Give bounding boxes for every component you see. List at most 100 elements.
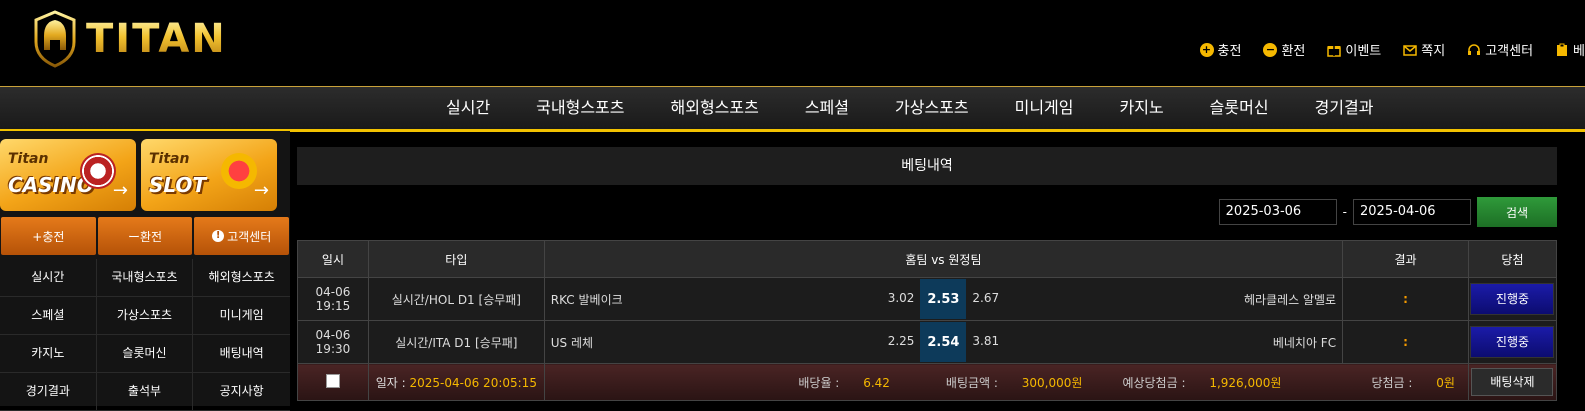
home-team-name: RKC 발베이크 [550, 292, 623, 307]
win-amount-label: 당첨금 : [1371, 375, 1413, 390]
home-team: US 레체 2.25 [545, 334, 921, 351]
sidebar-support-label: 고객센터 [227, 229, 272, 244]
bet-type: 실시간/ITA D1 [승무패] [367, 320, 545, 364]
top-menu-message[interactable]: 쪽지 [1403, 40, 1445, 59]
top-menu-event[interactable]: 이벤트 [1327, 40, 1381, 59]
table-row: 04-06 19:15 실시간/HOL D1 [승무패] RKC 발베이크 3.… [297, 277, 1558, 321]
helmet-logo-icon [34, 10, 76, 68]
date-to-input[interactable]: 2025-04-06 [1353, 199, 1471, 225]
sidebar-item-domestic-sports[interactable]: 국내형스포츠 [96, 259, 194, 297]
top-menu-betting[interactable]: 베 [1555, 40, 1585, 59]
sidebar-item-bet-history[interactable]: 배팅내역 [193, 335, 290, 373]
info-icon: ! [212, 230, 225, 242]
nav-item-virtual-sports[interactable]: 가상스포츠 [872, 87, 992, 129]
status-badge: 진행중 [1470, 283, 1555, 315]
away-team: 2.67 헤라클레스 알멜로 [966, 291, 1342, 308]
away-team-name: 헤라클레스 알멜로 [1243, 292, 1337, 307]
sidebar-item-special[interactable]: 스페셜 [0, 297, 97, 335]
away-team: 3.81 베네치아 FC [966, 334, 1342, 351]
result-cell: : [1342, 320, 1469, 364]
result-cell: : [1342, 277, 1469, 321]
nav-item-domestic-sports[interactable]: 국내형스포츠 [513, 87, 647, 129]
clipboard-icon [1557, 43, 1568, 56]
delete-bet-button[interactable]: 배팅삭제 [1471, 368, 1554, 396]
nav-item-overseas-sports[interactable]: 해외형스포츠 [648, 87, 782, 129]
sidebar-buttons: +충전 ー환전 ! 고객센터 [0, 217, 290, 255]
expected-win-value: 1,926,000원 [1209, 375, 1282, 390]
result-value: : [1403, 292, 1408, 306]
sidebar-withdraw-button[interactable]: ー환전 [97, 217, 193, 255]
top-menu-label: 이벤트 [1345, 44, 1382, 59]
nav-item-casino[interactable]: 카지노 [1097, 87, 1187, 129]
sidebar-item-virtual-sports[interactable]: 가상스포츠 [96, 297, 194, 335]
home-team-name: US 레체 [550, 335, 594, 350]
top-menu-deposit[interactable]: + 충전 [1199, 40, 1242, 59]
status-cell: 진행중 [1467, 320, 1558, 364]
date-filter: 2025-03-06 - 2025-04-06 검색 [1218, 197, 1557, 227]
header: TITAN + 충전 − 환전 이벤트 쪽지 고객센터 베 [0, 0, 1585, 86]
casino-chip-icon [80, 153, 116, 189]
logo[interactable]: TITAN [30, 10, 227, 68]
casino-banner[interactable]: Titan CASINO → [0, 139, 136, 211]
status-badge: 진행중 [1470, 326, 1555, 358]
away-odds: 3.81 [972, 333, 1000, 348]
select-checkbox[interactable] [325, 373, 340, 388]
sidebar-item-casino[interactable]: 카지노 [0, 335, 97, 373]
sidebar-deposit-button[interactable]: +충전 [1, 217, 96, 255]
banner-title: SLOT [149, 173, 207, 197]
sidebar-support-button[interactable]: ! 고객센터 [194, 217, 290, 255]
date-separator: - [1342, 205, 1347, 219]
win-amount-value: 0원 [1436, 375, 1455, 390]
mail-icon [1403, 44, 1418, 56]
match-cell: US 레체 2.25 2.54 3.81 베네치아 FC [543, 320, 1344, 364]
top-menu-support[interactable]: 고객센터 [1467, 40, 1533, 59]
top-menu-label: 고객센터 [1485, 44, 1534, 59]
date-from-input[interactable]: 2025-03-06 [1218, 199, 1337, 225]
banner-brand: Titan [8, 151, 49, 167]
minus-circle-icon: − [1263, 42, 1278, 57]
nav-item-slot[interactable]: 슬롯머신 [1187, 87, 1292, 129]
sidebar-item-slot[interactable]: 슬롯머신 [96, 335, 194, 373]
bet-time: 04-06 19:15 [297, 277, 369, 321]
away-team-name: 베네치아 FC [1272, 335, 1337, 350]
sidebar-item-results[interactable]: 경기결과 [0, 373, 97, 411]
bet-type: 실시간/HOL D1 [승무패] [367, 277, 545, 321]
result-value: : [1403, 335, 1408, 349]
select-cell [297, 363, 369, 401]
bet-date: 일자 : 2025-04-06 20:05:15 [367, 363, 545, 401]
odds-value: 6.42 [863, 375, 890, 390]
main-nav: 실시간 국내형스포츠 해외형스포츠 스페셜 가상스포츠 미니게임 카지노 슬롯머… [0, 86, 1585, 132]
expected-win-label: 예상당첨금 : [1122, 375, 1186, 390]
arrow-right-icon: → [253, 180, 269, 201]
bet-summary-info: 배당율 : 6.42 배팅금액 : 300,000원 예상당첨금 : 1,926… [543, 363, 1469, 401]
sidebar-item-minigame[interactable]: 미니게임 [193, 297, 290, 335]
slot-banner[interactable]: Titan SLOT → [141, 139, 277, 211]
delete-cell: 배팅삭제 [1467, 363, 1558, 401]
top-menu-label: 충전 [1217, 44, 1242, 59]
nav-item-results[interactable]: 경기결과 [1292, 87, 1397, 129]
headset-icon [1468, 43, 1481, 55]
bet-amount-value: 300,000원 [1021, 375, 1083, 390]
bet-date-value: 2025-04-06 20:05:15 [409, 375, 537, 390]
home-odds: 2.25 [887, 333, 915, 348]
plus-circle-icon: + [1199, 42, 1214, 57]
match-cell: RKC 발베이크 3.02 2.53 2.67 헤라클레스 알멜로 [543, 277, 1344, 321]
column-header: 결과 [1342, 240, 1469, 278]
gift-icon [1327, 45, 1342, 57]
search-button[interactable]: 검색 [1477, 197, 1557, 227]
table-row: 04-06 19:30 실시간/ITA D1 [승무패] US 레체 2.25 … [297, 320, 1558, 364]
slot-seven-icon [221, 153, 257, 189]
bet-date-label: 일자 : [375, 375, 406, 390]
logo-text: TITAN [86, 16, 227, 62]
sidebar-item-notice[interactable]: 공지사항 [193, 373, 290, 411]
nav-item-minigame[interactable]: 미니게임 [992, 87, 1097, 129]
table-header-row: 일시 타입 홈팀 vs 원정팀 결과 당첨 [297, 240, 1558, 278]
sidebar-item-attendance[interactable]: 출석부 [96, 373, 194, 411]
column-header: 일시 [297, 240, 369, 278]
sidebar-item-live[interactable]: 실시간 [0, 259, 97, 297]
top-menu-withdraw[interactable]: − 환전 [1263, 40, 1305, 59]
sidebar-item-overseas-sports[interactable]: 해외형스포츠 [193, 259, 290, 297]
main-content: 베팅내역 2025-03-06 - 2025-04-06 검색 일시 타입 홈팀… [297, 147, 1558, 406]
nav-item-live[interactable]: 실시간 [423, 87, 513, 129]
nav-item-special[interactable]: 스페셜 [782, 87, 872, 129]
